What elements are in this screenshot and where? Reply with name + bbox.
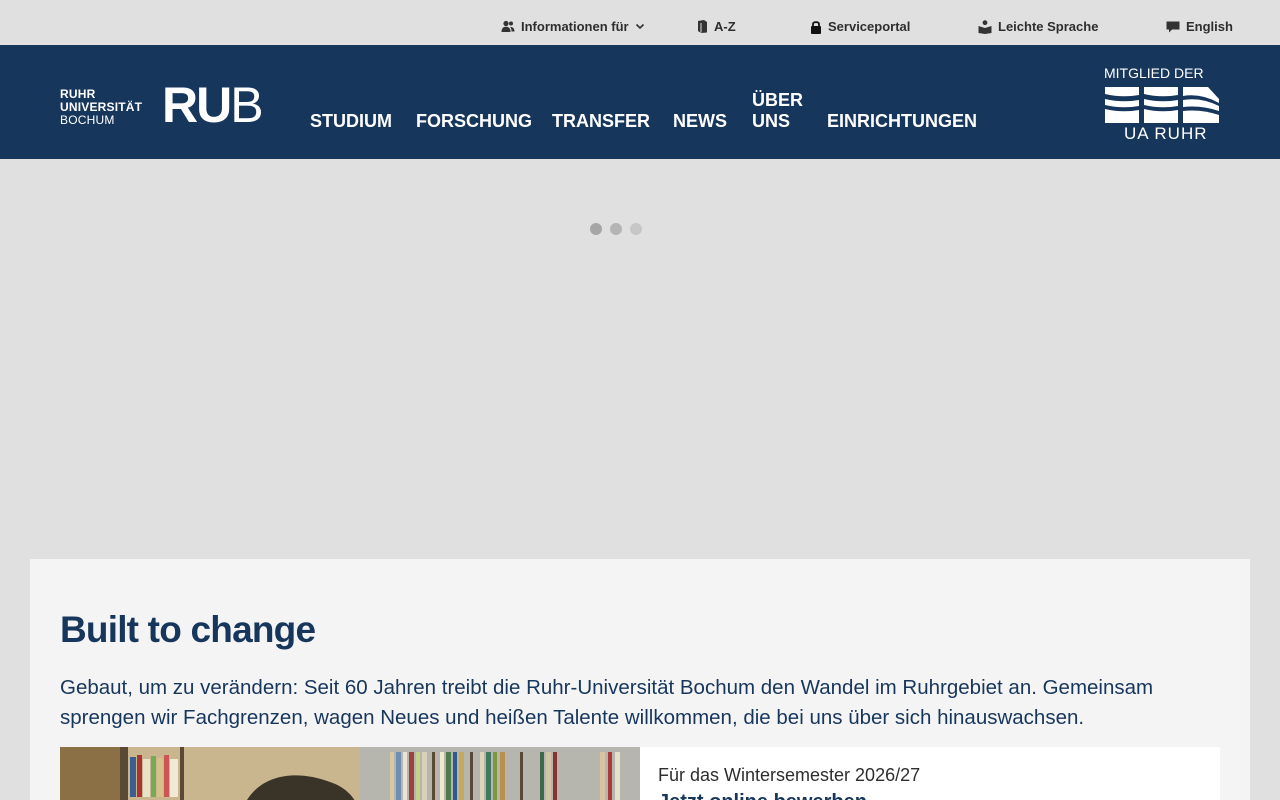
rub-logo-b: B (230, 77, 263, 133)
rub-logo-ru: RU (162, 77, 232, 133)
serviceportal-label: Serviceportal (828, 19, 911, 34)
ua-ruhr-logo-mark (1105, 87, 1219, 123)
nav-item-forschung[interactable]: FORSCHUNG (416, 111, 532, 132)
teaser-title: Jetzt online bewerben (658, 791, 867, 800)
english-link[interactable]: English (1166, 19, 1233, 34)
hero-slider (0, 159, 1280, 559)
speech-bubble-icon (1166, 21, 1180, 32)
serviceportal-link[interactable]: Serviceportal (810, 19, 910, 34)
loading-indicator (590, 223, 642, 235)
wordmark-line-3: BOCHUM (60, 113, 115, 127)
nav-item-transfer[interactable]: TRANSFER (552, 111, 650, 132)
chevron-down-icon (635, 23, 644, 30)
reading-person-icon (978, 19, 992, 34)
leichte-sprache-label: Leichte Sprache (998, 19, 1099, 34)
nav-item-studium[interactable]: STUDIUM (310, 111, 392, 132)
nav-item-ueber-uns[interactable]: ÜBER UNS (752, 90, 812, 132)
people-icon (501, 20, 515, 32)
loading-dot (610, 223, 622, 235)
teaser-kicker: Für das Wintersemester 2026/27 (658, 765, 921, 785)
ua-ruhr-subtitle: UA RUHR (1124, 124, 1208, 143)
main-header: RUHR UNIVERSITÄT BOCHUM RUB STUDIUM FORS… (0, 45, 1280, 159)
english-label: English (1186, 19, 1233, 34)
nav-item-einrichtungen[interactable]: EINRICHTUNGEN (827, 111, 977, 132)
info-for-label: Informationen für (521, 19, 629, 34)
ua-ruhr-title: MITGLIED DER (1104, 65, 1204, 81)
info-for-dropdown[interactable]: Informationen für (501, 19, 645, 34)
loading-dot (590, 223, 602, 235)
utility-bar: Informationen für A-Z Serviceportal Leic… (0, 0, 1280, 45)
page-heading: Built to change (60, 609, 316, 650)
nav-item-news[interactable]: NEWS (673, 111, 727, 132)
book-icon (698, 20, 707, 33)
loading-dot (630, 223, 642, 235)
application-teaser[interactable]: Für das Wintersemester 2026/27 Jetzt onl… (640, 747, 1220, 800)
az-label: A-Z (714, 19, 736, 34)
intro-text: Gebaut, um zu verändern: Seit 60 Jahren … (60, 676, 1154, 729)
az-link[interactable]: A-Z (697, 19, 736, 34)
library-teaser-image[interactable] (60, 747, 640, 800)
intro-card: Built to change Gebaut, um zu verändern:… (30, 559, 1250, 800)
ua-ruhr-logo-link[interactable]: MITGLIED DER UA RUHR (1104, 65, 1224, 145)
rub-logo: RUB (162, 77, 264, 133)
university-wordmark: RUHR UNIVERSITÄT BOCHUM (60, 88, 142, 127)
leichte-sprache-link[interactable]: Leichte Sprache (978, 19, 1098, 34)
library-bookshelf-image (60, 747, 640, 800)
lock-icon (811, 20, 821, 34)
